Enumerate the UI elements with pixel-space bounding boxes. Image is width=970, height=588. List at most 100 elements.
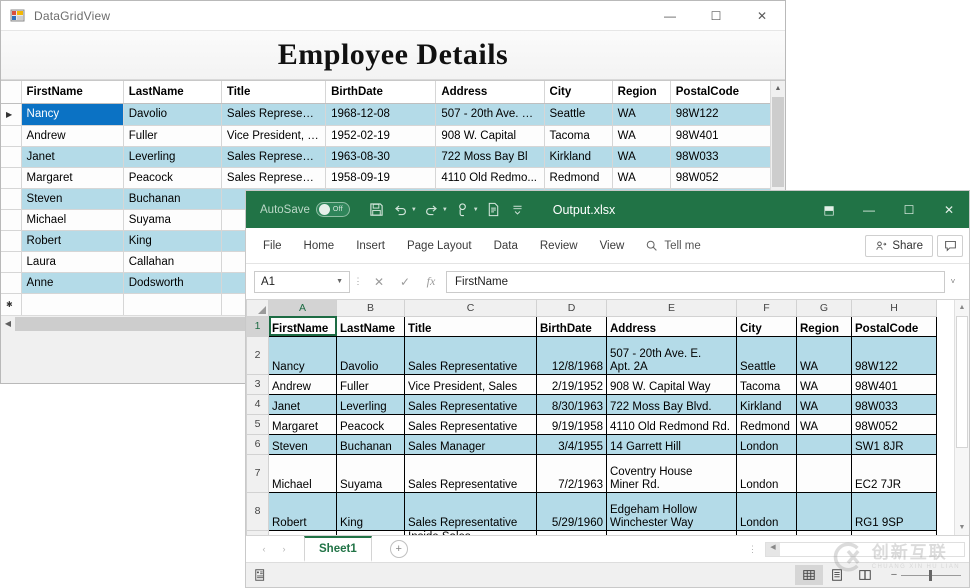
worksheet-cell[interactable]: London [736, 453, 797, 493]
grid-row-header[interactable] [1, 272, 22, 294]
grid-cell[interactable]: Vice President, S... [221, 125, 327, 147]
grid-cell[interactable]: Andrew [21, 125, 124, 147]
name-box[interactable]: A1 ▼ [254, 270, 350, 293]
worksheet-cell[interactable]: Kirkland [736, 393, 797, 415]
grid-cell[interactable]: 98W052 [670, 167, 772, 189]
redo-icon[interactable] [421, 198, 443, 222]
worksheet-cell[interactable]: PostalCode [851, 315, 937, 337]
grid-cell[interactable]: Buchanan [123, 188, 222, 210]
worksheet-column-headers[interactable]: ABCDEFGH [246, 300, 937, 317]
grid-cell[interactable]: 1963-08-30 [325, 146, 437, 168]
worksheet-row-number[interactable]: 7 [246, 453, 269, 493]
worksheet-cell[interactable]: WA [796, 413, 852, 435]
sheet-tab-sheet1[interactable]: Sheet1 [304, 536, 372, 562]
worksheet-cell[interactable]: Suyama [336, 453, 405, 493]
grid-row-header[interactable] [1, 125, 22, 147]
grid-row-header[interactable] [1, 167, 22, 189]
grid-row-header[interactable] [1, 230, 22, 252]
worksheet-row-number[interactable]: 3 [246, 373, 269, 395]
ribbon-tab-file[interactable]: File [252, 228, 293, 263]
worksheet-row-2[interactable]: 2 Nancy Davolio Sales Representative 12/8/19… [246, 335, 937, 375]
worksheet-cell[interactable]: 98W033 [851, 393, 937, 415]
grid-cell[interactable]: 98W401 [670, 125, 772, 147]
grid-cell[interactable]: Janet [21, 146, 124, 168]
undo-dropdown-icon[interactable]: ▼ [411, 207, 417, 213]
share-button[interactable]: Share [865, 234, 933, 257]
worksheet-cell[interactable]: Sales Representative [404, 335, 537, 375]
worksheet-hscroll-thumb[interactable] [780, 542, 964, 556]
worksheet-cell[interactable]: 722 Moss Bay Blvd. [606, 393, 737, 415]
worksheet-row-number[interactable]: 2 [246, 335, 269, 375]
grid-cell[interactable]: Fuller [123, 125, 222, 147]
grid-column-header-firstname[interactable]: FirstName [21, 81, 124, 104]
grid-row-header[interactable] [1, 188, 22, 210]
grid-column-header-lastname[interactable]: LastName [123, 81, 222, 104]
worksheet-cell[interactable]: WA [796, 393, 852, 415]
previous-sheet-icon[interactable]: ‹ [254, 544, 274, 554]
worksheet-cell[interactable]: Steven [268, 433, 337, 455]
minimize-button[interactable]: — [647, 1, 693, 31]
grid-row-header[interactable]: ✱ [1, 293, 22, 316]
worksheet-cell[interactable]: BirthDate [536, 315, 607, 337]
undo-icon[interactable] [390, 198, 412, 222]
grid-cell[interactable]: Leverling [123, 146, 222, 168]
worksheet-cell[interactable]: Sales Representative [404, 413, 537, 435]
grid-cell[interactable] [123, 293, 222, 316]
zoom-slider-knob[interactable] [929, 569, 932, 581]
zoom-slider[interactable]: − [887, 569, 961, 581]
worksheet-row-number[interactable]: 1 [246, 315, 269, 337]
grid-cell[interactable]: Sales Represent... [221, 146, 327, 168]
comments-button[interactable] [937, 234, 963, 257]
grid-column-header-birthdate[interactable]: BirthDate [325, 81, 437, 104]
worksheet-cell[interactable]: 2/19/1952 [536, 373, 607, 395]
expand-formula-bar-icon[interactable]: ˅ [945, 277, 961, 286]
grid-cell[interactable]: 1952-02-19 [325, 125, 437, 147]
worksheet-column-header-h[interactable]: H [851, 300, 937, 317]
table-row[interactable]: Margaret Peacock Sales Represent... 1958-09… [1, 167, 772, 189]
scroll-up-arrow-icon[interactable]: ▲ [771, 81, 785, 96]
worksheet-cell[interactable]: FirstName [268, 315, 337, 337]
worksheet-cell[interactable]: 14 Garrett Hill [606, 433, 737, 455]
worksheet-row-6[interactable]: 6 Steven Buchanan Sales Manager 3/4/1955 14 G… [246, 433, 937, 455]
worksheet-cell[interactable]: Robert [268, 491, 337, 531]
name-box-dropdown-icon[interactable]: ▼ [336, 278, 343, 285]
worksheet-cell[interactable]: Davolio [336, 335, 405, 375]
worksheet-body[interactable]: 1 FirstName LastName Title BirthDate Address C… [246, 315, 937, 535]
worksheet-cell[interactable]: WA [796, 335, 852, 375]
worksheet-cell[interactable]: Margaret [268, 413, 337, 435]
next-sheet-icon[interactable]: › [274, 544, 294, 554]
grid-cell[interactable]: 98W122 [670, 103, 772, 126]
confirm-entry-button[interactable]: ✓ [392, 271, 418, 293]
formula-bar-grip[interactable]: ⋮ [350, 276, 366, 287]
worksheet-cell[interactable]: 12/8/1968 [536, 335, 607, 375]
close-button[interactable]: ✕ [739, 1, 785, 31]
worksheet-cell[interactable]: Fuller [336, 373, 405, 395]
worksheet-cell[interactable]: Sales Representative [404, 453, 537, 493]
grid-cell[interactable]: Seattle [544, 103, 613, 126]
grid-cell[interactable]: Michael [21, 209, 124, 231]
grid-cell[interactable] [21, 293, 124, 316]
page-layout-view-icon[interactable] [823, 565, 851, 585]
grid-cell[interactable]: 1968-12-08 [325, 103, 437, 126]
worksheet-row-number[interactable]: 8 [246, 491, 269, 531]
grid-cell[interactable]: Steven [21, 188, 124, 210]
worksheet-cell[interactable]: 98W122 [851, 335, 937, 375]
worksheet-cell[interactable]: Michael [268, 453, 337, 493]
touch-mouse-mode-icon[interactable] [452, 198, 474, 222]
save-icon[interactable] [366, 198, 388, 222]
worksheet-cell[interactable] [796, 453, 852, 493]
grid-column-header-postalcode[interactable]: PostalCode [670, 81, 772, 104]
autosave-toggle[interactable]: AutoSave Off [260, 202, 350, 217]
insert-function-button[interactable]: fx [418, 271, 444, 293]
ribbon-tab-page-layout[interactable]: Page Layout [396, 228, 483, 263]
worksheet-cell[interactable]: Buchanan [336, 433, 405, 455]
worksheet-cell[interactable]: RG1 9SP [851, 491, 937, 531]
grid-cell[interactable]: Robert [21, 230, 124, 252]
grid-cell[interactable]: Dodsworth [123, 272, 222, 294]
accessibility-icon[interactable] [254, 568, 268, 582]
grid-cell[interactable]: Peacock [123, 167, 222, 189]
worksheet-vertical-scrollbar[interactable]: ▲ ▼ [954, 300, 969, 535]
ribbon-tab-view[interactable]: View [589, 228, 636, 263]
worksheet-horizontal-scrollbar[interactable]: ◀ [765, 541, 965, 557]
excel-close-button[interactable]: ✕ [929, 191, 969, 228]
